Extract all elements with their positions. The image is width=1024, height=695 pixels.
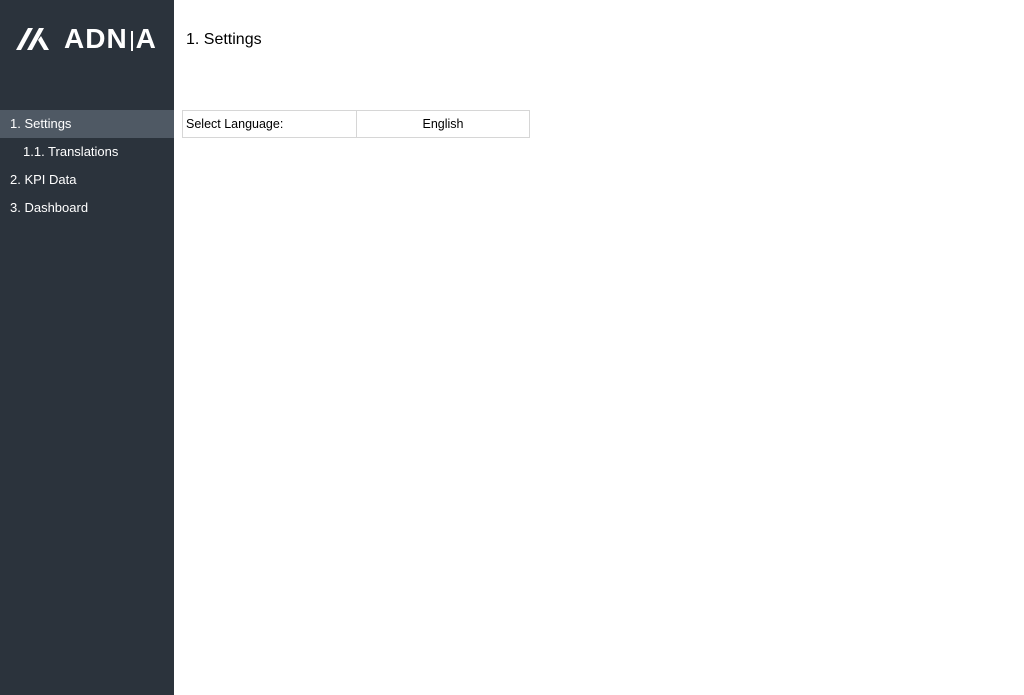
language-select[interactable]: English [357, 111, 529, 137]
sidebar: ADN A 1. Settings 1.1. Translations 2. KP… [0, 0, 174, 695]
sidebar-item-dashboard[interactable]: 3. Dashboard [0, 194, 174, 222]
adnia-logo-mark-icon [16, 28, 49, 50]
sidebar-nav: 1. Settings 1.1. Translations 2. KPI Dat… [0, 110, 174, 222]
sidebar-item-settings[interactable]: 1. Settings [0, 110, 174, 138]
sidebar-item-translations[interactable]: 1.1. Translations [0, 138, 174, 166]
brand-separator [130, 30, 133, 51]
page-title: 1. Settings [186, 31, 262, 48]
language-setting-row: Select Language: English [182, 110, 530, 138]
language-label: Select Language: [183, 111, 357, 137]
brand-name: ADN A [64, 23, 157, 54]
sidebar-item-kpi-data[interactable]: 2. KPI Data [0, 166, 174, 194]
brand-logo: ADN A [14, 24, 157, 54]
